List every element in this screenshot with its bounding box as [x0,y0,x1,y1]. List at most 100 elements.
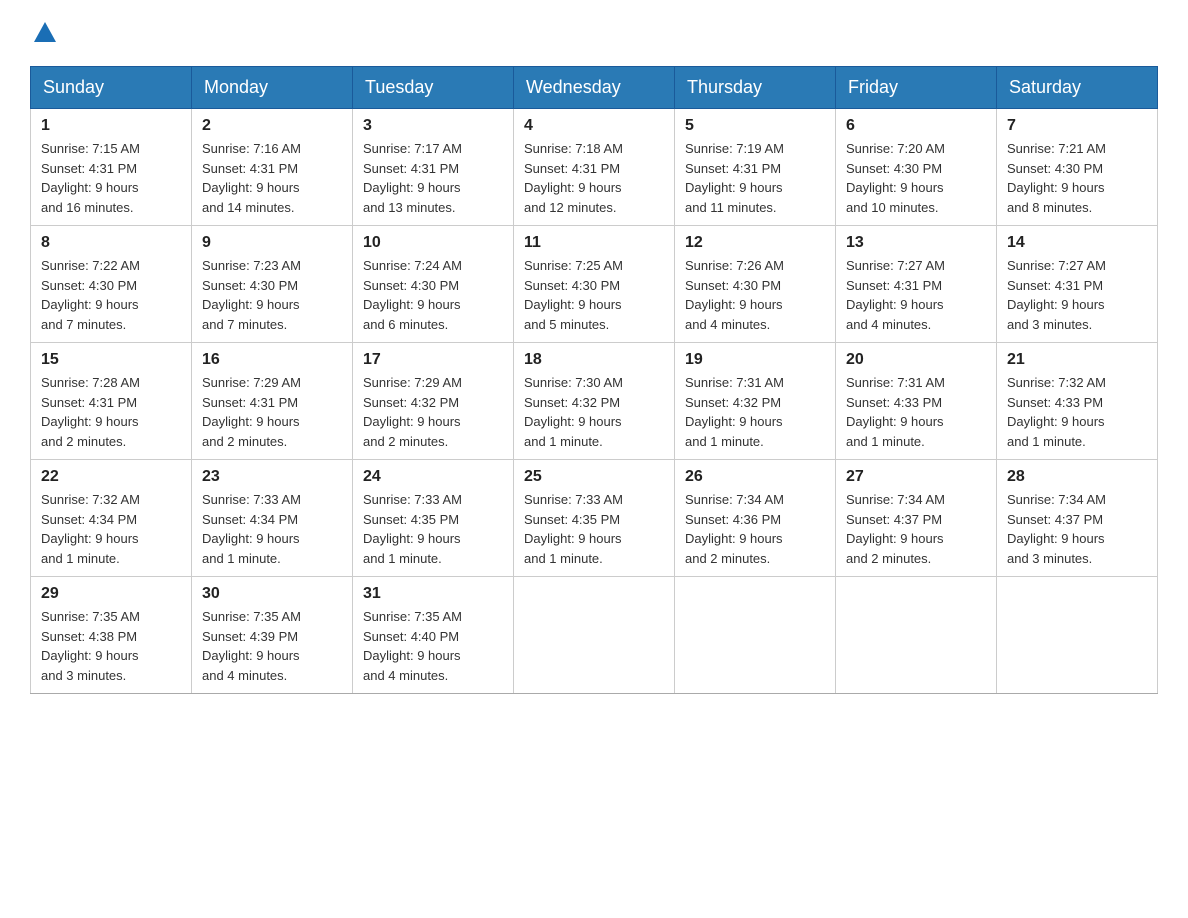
day-number: 16 [202,351,342,369]
day-info: Sunrise: 7:35 AMSunset: 4:40 PMDaylight:… [363,607,503,685]
calendar-cell: 9 Sunrise: 7:23 AMSunset: 4:30 PMDaylight… [192,226,353,343]
day-info: Sunrise: 7:31 AMSunset: 4:33 PMDaylight:… [846,373,986,451]
calendar-cell: 14Sunrise: 7:27 AMSunset: 4:31 PMDayligh… [997,226,1158,343]
calendar-week-4: 22 Sunrise: 7:32 AMSunset: 4:34 PMDayligh… [31,460,1158,577]
day-number: 5 [685,117,825,135]
day-number: 6 [846,117,986,135]
calendar-cell: 10 Sunrise: 7:24 AMSunset: 4:30 PMDayligh… [353,226,514,343]
day-info: Sunrise: 7:18 AMSunset: 4:31 PMDaylight:… [524,139,664,217]
calendar-cell: 19 Sunrise: 7:31 AMSunset: 4:32 PMDayligh… [675,343,836,460]
calendar-cell [514,577,675,694]
calendar-cell [997,577,1158,694]
calendar-cell: 28 Sunrise: 7:34 AMSunset: 4:37 PMDayligh… [997,460,1158,577]
day-number: 22 [41,468,181,486]
calendar-cell: 2 Sunrise: 7:16 AMSunset: 4:31 PMDaylight… [192,109,353,226]
day-info: Sunrise: 7:26 AMSunset: 4:30 PMDaylight:… [685,256,825,334]
day-info: Sunrise: 7:32 AMSunset: 4:34 PMDaylight:… [41,490,181,568]
day-info: Sunrise: 7:29 AMSunset: 4:31 PMDaylight:… [202,373,342,451]
day-number: 23 [202,468,342,486]
calendar-cell: 27Sunrise: 7:34 AMSunset: 4:37 PMDayligh… [836,460,997,577]
calendar-cell: 8 Sunrise: 7:22 AMSunset: 4:30 PMDaylight… [31,226,192,343]
calendar-week-3: 15 Sunrise: 7:28 AMSunset: 4:31 PMDayligh… [31,343,1158,460]
calendar-cell: 1Sunrise: 7:15 AMSunset: 4:31 PMDaylight… [31,109,192,226]
day-number: 13 [846,234,986,252]
calendar-cell: 15 Sunrise: 7:28 AMSunset: 4:31 PMDayligh… [31,343,192,460]
day-info: Sunrise: 7:34 AMSunset: 4:37 PMDaylight:… [1007,490,1147,568]
calendar-cell: 13 Sunrise: 7:27 AMSunset: 4:31 PMDayligh… [836,226,997,343]
day-number: 18 [524,351,664,369]
calendar-week-2: 8 Sunrise: 7:22 AMSunset: 4:30 PMDaylight… [31,226,1158,343]
day-number: 15 [41,351,181,369]
calendar-header-row: SundayMondayTuesdayWednesdayThursdayFrid… [31,67,1158,109]
calendar-cell: 23 Sunrise: 7:33 AMSunset: 4:34 PMDayligh… [192,460,353,577]
calendar-cell: 24 Sunrise: 7:33 AMSunset: 4:35 PMDayligh… [353,460,514,577]
day-info: Sunrise: 7:15 AMSunset: 4:31 PMDaylight:… [41,139,181,217]
day-info: Sunrise: 7:27 AMSunset: 4:31 PMDaylight:… [846,256,986,334]
calendar-cell [675,577,836,694]
calendar-cell: 29 Sunrise: 7:35 AMSunset: 4:38 PMDayligh… [31,577,192,694]
day-info: Sunrise: 7:23 AMSunset: 4:30 PMDaylight:… [202,256,342,334]
col-header-sunday: Sunday [31,67,192,109]
day-number: 26 [685,468,825,486]
day-info: Sunrise: 7:31 AMSunset: 4:32 PMDaylight:… [685,373,825,451]
day-number: 30 [202,585,342,603]
day-number: 28 [1007,468,1147,486]
day-number: 7 [1007,117,1147,135]
day-number: 12 [685,234,825,252]
day-number: 9 [202,234,342,252]
day-info: Sunrise: 7:29 AMSunset: 4:32 PMDaylight:… [363,373,503,451]
day-info: Sunrise: 7:34 AMSunset: 4:36 PMDaylight:… [685,490,825,568]
day-number: 8 [41,234,181,252]
logo [30,20,56,46]
col-header-tuesday: Tuesday [353,67,514,109]
col-header-thursday: Thursday [675,67,836,109]
day-info: Sunrise: 7:16 AMSunset: 4:31 PMDaylight:… [202,139,342,217]
day-info: Sunrise: 7:30 AMSunset: 4:32 PMDaylight:… [524,373,664,451]
col-header-monday: Monday [192,67,353,109]
day-info: Sunrise: 7:24 AMSunset: 4:30 PMDaylight:… [363,256,503,334]
calendar-cell: 25Sunrise: 7:33 AMSunset: 4:35 PMDayligh… [514,460,675,577]
logo-triangle-icon [34,20,56,42]
day-info: Sunrise: 7:33 AMSunset: 4:34 PMDaylight:… [202,490,342,568]
day-info: Sunrise: 7:33 AMSunset: 4:35 PMDaylight:… [363,490,503,568]
calendar-cell: 3 Sunrise: 7:17 AMSunset: 4:31 PMDaylight… [353,109,514,226]
calendar-cell: 4 Sunrise: 7:18 AMSunset: 4:31 PMDaylight… [514,109,675,226]
day-number: 3 [363,117,503,135]
day-number: 2 [202,117,342,135]
calendar-week-1: 1Sunrise: 7:15 AMSunset: 4:31 PMDaylight… [31,109,1158,226]
day-number: 10 [363,234,503,252]
day-number: 11 [524,234,664,252]
day-number: 4 [524,117,664,135]
day-info: Sunrise: 7:35 AMSunset: 4:38 PMDaylight:… [41,607,181,685]
day-number: 31 [363,585,503,603]
calendar-cell: 17 Sunrise: 7:29 AMSunset: 4:32 PMDayligh… [353,343,514,460]
col-header-friday: Friday [836,67,997,109]
day-info: Sunrise: 7:32 AMSunset: 4:33 PMDaylight:… [1007,373,1147,451]
day-number: 29 [41,585,181,603]
day-info: Sunrise: 7:17 AMSunset: 4:31 PMDaylight:… [363,139,503,217]
col-header-saturday: Saturday [997,67,1158,109]
day-number: 19 [685,351,825,369]
day-info: Sunrise: 7:27 AMSunset: 4:31 PMDaylight:… [1007,256,1147,334]
calendar-cell: 26 Sunrise: 7:34 AMSunset: 4:36 PMDayligh… [675,460,836,577]
day-number: 17 [363,351,503,369]
day-number: 20 [846,351,986,369]
calendar-cell: 18 Sunrise: 7:30 AMSunset: 4:32 PMDayligh… [514,343,675,460]
day-info: Sunrise: 7:34 AMSunset: 4:37 PMDaylight:… [846,490,986,568]
day-number: 24 [363,468,503,486]
day-info: Sunrise: 7:33 AMSunset: 4:35 PMDaylight:… [524,490,664,568]
day-info: Sunrise: 7:22 AMSunset: 4:30 PMDaylight:… [41,256,181,334]
day-info: Sunrise: 7:21 AMSunset: 4:30 PMDaylight:… [1007,139,1147,217]
calendar-cell: 16 Sunrise: 7:29 AMSunset: 4:31 PMDayligh… [192,343,353,460]
day-info: Sunrise: 7:20 AMSunset: 4:30 PMDaylight:… [846,139,986,217]
page-header [30,20,1158,46]
calendar-cell: 7 Sunrise: 7:21 AMSunset: 4:30 PMDaylight… [997,109,1158,226]
day-info: Sunrise: 7:19 AMSunset: 4:31 PMDaylight:… [685,139,825,217]
calendar-cell [836,577,997,694]
day-info: Sunrise: 7:35 AMSunset: 4:39 PMDaylight:… [202,607,342,685]
day-info: Sunrise: 7:28 AMSunset: 4:31 PMDaylight:… [41,373,181,451]
calendar-table: SundayMondayTuesdayWednesdayThursdayFrid… [30,66,1158,694]
calendar-cell: 21Sunrise: 7:32 AMSunset: 4:33 PMDayligh… [997,343,1158,460]
calendar-cell: 20 Sunrise: 7:31 AMSunset: 4:33 PMDayligh… [836,343,997,460]
col-header-wednesday: Wednesday [514,67,675,109]
